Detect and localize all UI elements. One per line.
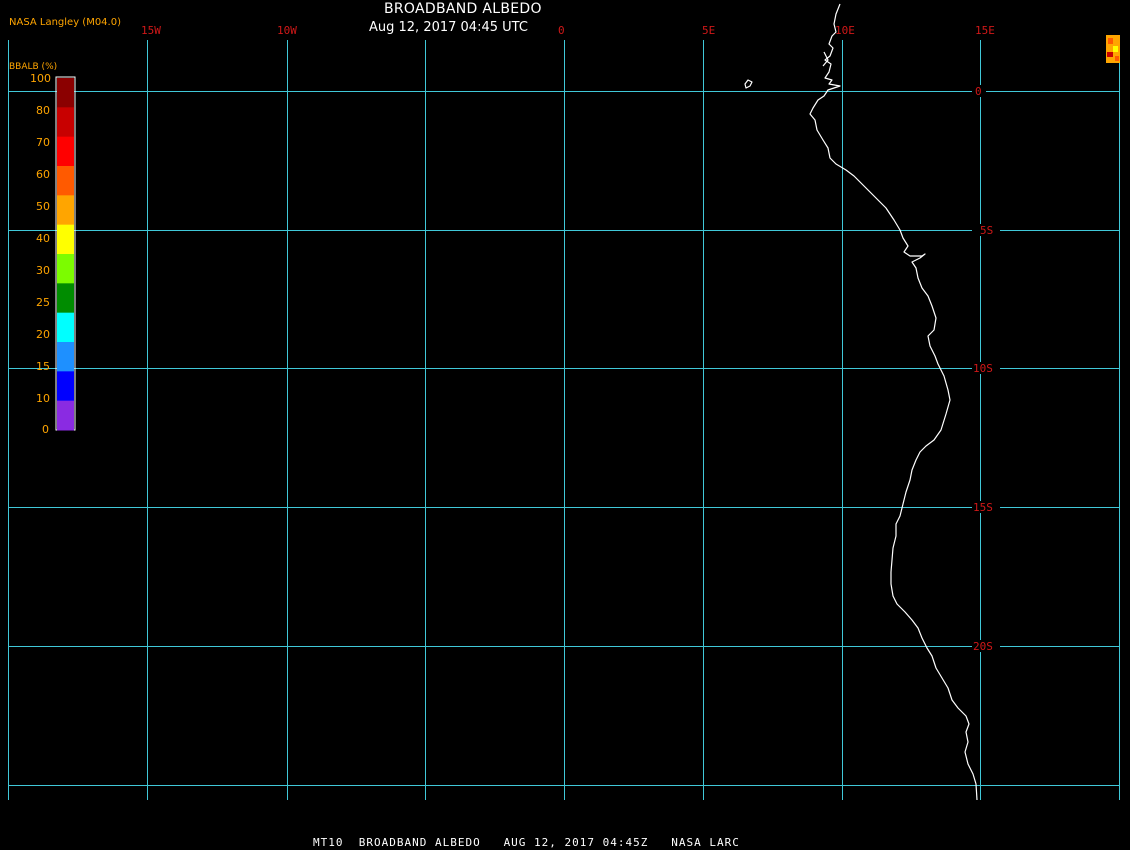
cloud-patch — [1106, 35, 1120, 63]
legend-label-80: 80 — [36, 104, 50, 117]
legend-label-25: 25 — [36, 296, 50, 309]
provider-label: NASA Langley (M04.0) — [9, 17, 121, 28]
legend-swatch — [57, 195, 74, 226]
legend-label-30: 30 — [36, 264, 50, 277]
legend-label-100: 100 — [30, 72, 51, 85]
legend-swatch — [57, 166, 74, 196]
lat-label-10s: 10S — [973, 362, 993, 375]
legend-label-50: 50 — [36, 200, 50, 213]
legend-label-60: 60 — [36, 168, 50, 181]
legend-swatch — [57, 283, 74, 314]
lat-label-15s: 15S — [973, 501, 993, 514]
legend-label-20: 20 — [36, 328, 50, 341]
legend-swatch — [57, 107, 74, 138]
legend-swatch — [57, 312, 74, 343]
legend-title: BBALB (%) — [9, 62, 58, 72]
map-title: BROADBAND ALBEDO — [384, 1, 542, 17]
albedo-map: 15W 10W 0 5E 10E 15E 0 5S 10S 15S 20S 10… — [0, 0, 1130, 850]
legend-label-70: 70 — [36, 136, 50, 149]
lat-label-5s: 5S — [980, 224, 993, 237]
legend-swatch — [57, 254, 74, 284]
lon-label-10w: 10W — [277, 24, 297, 37]
legend-label-15: 15 — [36, 360, 50, 373]
map-timestamp: Aug 12, 2017 04:45 UTC — [369, 20, 528, 35]
legend-swatch — [57, 136, 74, 167]
lon-label-15w: 15W — [141, 24, 161, 37]
legend-label-0: 0 — [42, 423, 49, 436]
legend-label-10: 10 — [36, 392, 50, 405]
lat-label-0: 0 — [975, 85, 982, 98]
legend-swatch — [57, 371, 74, 402]
legend-swatch — [57, 224, 74, 255]
legend-swatch — [57, 78, 74, 108]
footer-caption: MT10 BROADBAND ALBEDO AUG 12, 2017 04:45… — [313, 836, 740, 849]
legend-label-40: 40 — [36, 232, 50, 245]
lat-label-20s: 20S — [973, 640, 993, 653]
legend-swatch — [57, 342, 74, 372]
lon-label-0: 0 — [558, 24, 565, 37]
lon-label-10e: 10E — [835, 24, 855, 37]
legend-colorbar — [55, 76, 76, 431]
lon-label-15e: 15E — [975, 24, 995, 37]
lon-label-5e: 5E — [702, 24, 715, 37]
legend-swatch — [57, 400, 74, 431]
